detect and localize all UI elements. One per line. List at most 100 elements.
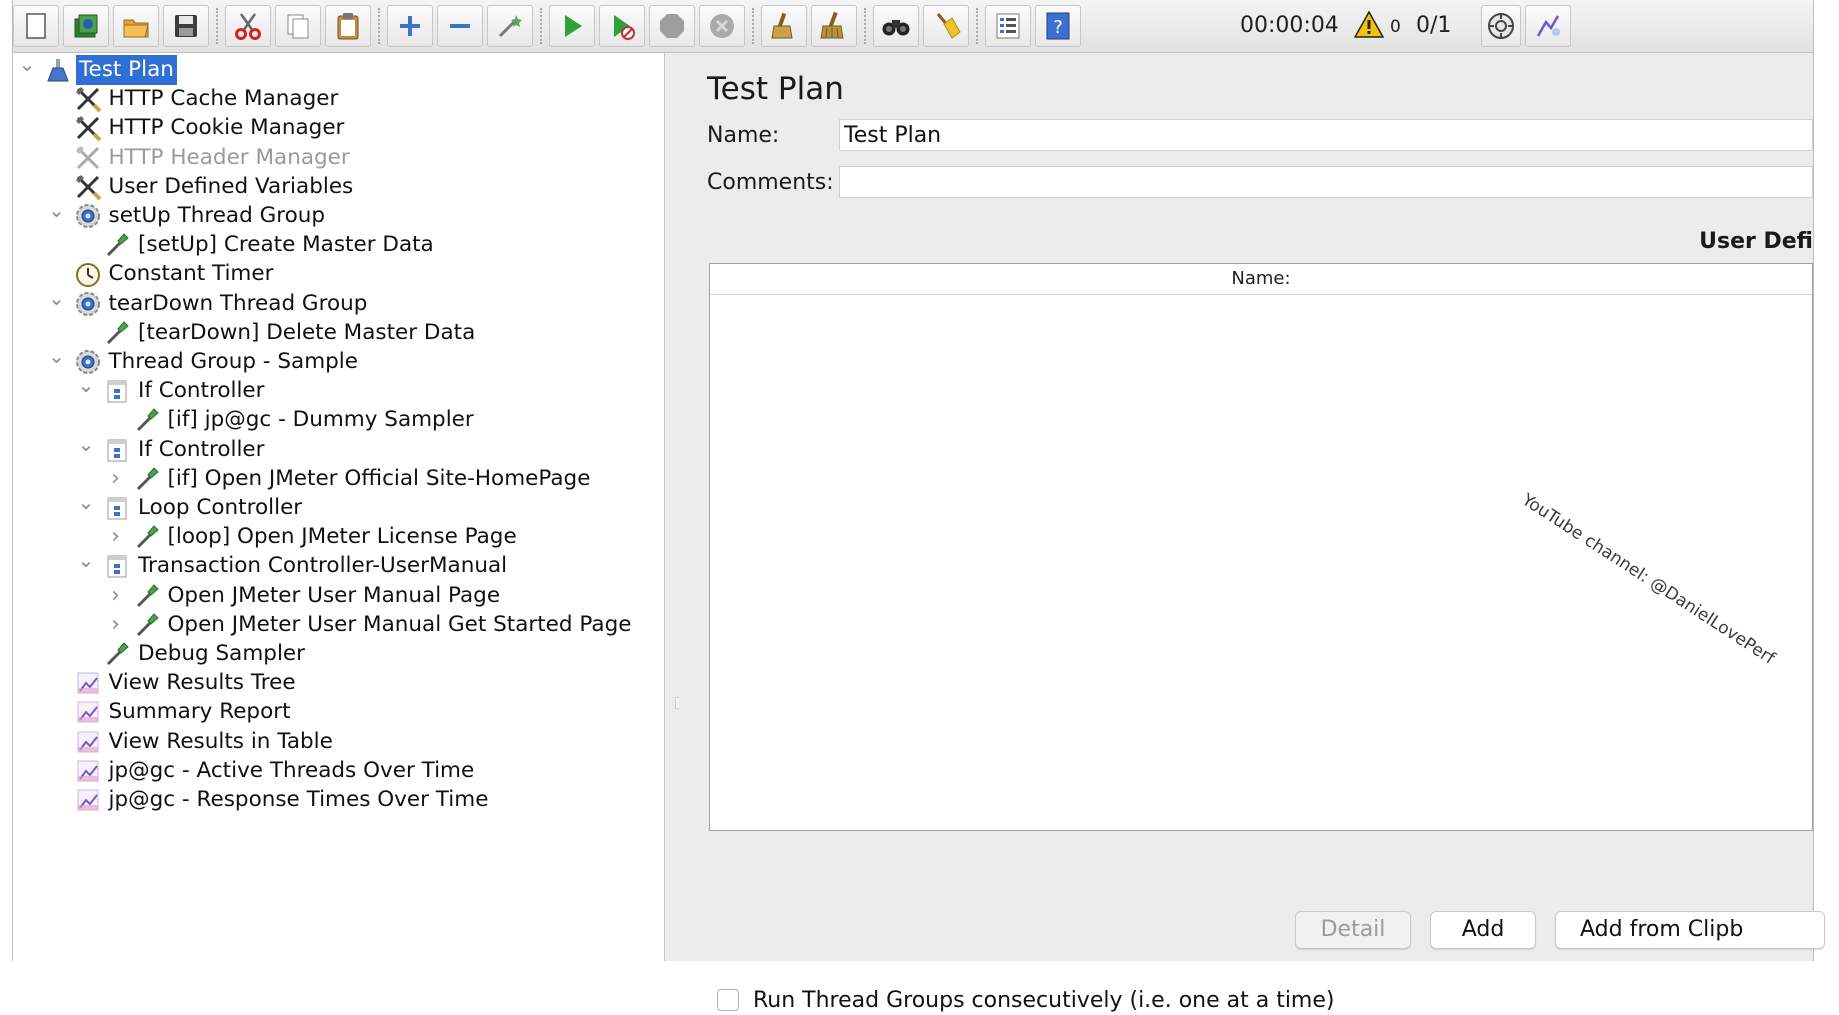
- tree-item-label: HTTP Cookie Manager: [108, 115, 345, 141]
- name-label: Name:: [707, 123, 780, 148]
- clear-button[interactable]: [761, 5, 807, 47]
- toggle-wand-icon: [498, 15, 522, 38]
- toolbar-separator: [976, 8, 978, 44]
- sampler-icon: [102, 319, 132, 347]
- remote-status-button[interactable]: [1481, 5, 1521, 47]
- add-from-clipboard-button[interactable]: Add from Clipb: [1555, 911, 1825, 949]
- run-consecutively-checkbox[interactable]: [717, 989, 739, 1011]
- page-title: Test Plan: [707, 71, 844, 107]
- warning-count: 0: [1390, 17, 1401, 37]
- collapse-all-button[interactable]: [437, 5, 483, 47]
- clear-all-button[interactable]: [811, 5, 857, 47]
- chevron-down-icon[interactable]: ⌄: [76, 368, 96, 402]
- new-button[interactable]: [13, 5, 59, 47]
- remote-globe-icon: [1488, 13, 1514, 39]
- cut-button[interactable]: [225, 5, 271, 47]
- copy-icon: [287, 14, 309, 39]
- test-plan-editor: Test Plan Name: Comments: User Defi Name…: [679, 53, 1825, 1013]
- help-button[interactable]: ?: [1035, 5, 1081, 47]
- copy-button[interactable]: [275, 5, 321, 47]
- start-button[interactable]: [549, 5, 595, 47]
- stop-button[interactable]: [649, 5, 695, 47]
- tree-item-label: Debug Sampler: [138, 641, 305, 666]
- test-plan-icon: [43, 56, 73, 84]
- tree-item-label: User Defined Variables: [108, 173, 354, 199]
- table-header-name[interactable]: Name:: [710, 264, 1812, 295]
- templates-button[interactable]: [63, 5, 109, 47]
- tree-item-label: jp@gc - Active Threads Over Time: [108, 757, 475, 783]
- warning-icon[interactable]: [1353, 9, 1385, 41]
- toolbar-separator: [540, 8, 542, 44]
- sampler-icon: [102, 231, 132, 259]
- listener-icon: [73, 786, 103, 814]
- config-element-icon: [73, 144, 103, 172]
- name-field[interactable]: [839, 119, 1813, 151]
- chevron-down-icon[interactable]: ⌄: [47, 281, 67, 315]
- chevron-down-icon[interactable]: ⌄: [76, 427, 96, 461]
- svg-text:?: ?: [1053, 17, 1063, 38]
- controller-icon: [102, 436, 132, 464]
- tree-item-label: Summary Report: [108, 699, 291, 725]
- shutdown-button[interactable]: [699, 5, 745, 47]
- help-icon: ?: [1046, 12, 1070, 40]
- log-viewer-button[interactable]: [1525, 5, 1571, 47]
- sampler-icon: [132, 465, 162, 493]
- list-icon: [996, 13, 1020, 39]
- split-pane-divider[interactable]: [665, 53, 679, 961]
- start-no-pauses-button[interactable]: [599, 5, 645, 47]
- tree-item-label: If Controller: [138, 378, 265, 404]
- tree-item-label: tearDown Thread Group: [108, 290, 368, 316]
- chevron-down-icon[interactable]: ⌄: [47, 193, 67, 227]
- templates-icon: [74, 14, 98, 38]
- tree-item-label: [tearDown] Delete Master Data: [138, 319, 476, 345]
- test-plan-tree[interactable]: ⌄ Test Plan HTTP Cache Manager HTTP Cookie …: [13, 52, 665, 961]
- add-button[interactable]: Add: [1430, 911, 1536, 949]
- elapsed-time: 00:00:04: [1240, 13, 1339, 38]
- toggle-button[interactable]: [487, 5, 533, 47]
- toolbar: ? 00:00:04 0 0/1: [13, 0, 1813, 53]
- comments-field[interactable]: [839, 166, 1813, 198]
- sampler-icon: [132, 582, 162, 610]
- detail-button[interactable]: Detail: [1295, 911, 1411, 949]
- tree-item-label: View Results Tree: [108, 670, 296, 696]
- save-button[interactable]: [163, 5, 209, 47]
- listener-icon: [73, 698, 103, 726]
- thread-count: 0/1: [1416, 13, 1452, 38]
- user-defined-variables-table[interactable]: Name:: [709, 263, 1813, 831]
- open-button[interactable]: [113, 5, 159, 47]
- controller-icon: [102, 494, 132, 522]
- clear-icon: [771, 12, 793, 39]
- expand-all-button[interactable]: [387, 5, 433, 47]
- tree-item-label: HTTP Cache Manager: [108, 86, 339, 112]
- search-button[interactable]: [873, 5, 919, 47]
- run-consecutively-option[interactable]: Run Thread Groups consecutively (i.e. on…: [717, 985, 1335, 1015]
- binoculars-icon: [882, 20, 910, 36]
- tree-item[interactable]: jp@gc - Response Times Over Time: [13, 783, 653, 817]
- tree-item-label: Transaction Controller-UserManual: [138, 553, 508, 579]
- minus-icon: [450, 24, 470, 28]
- controller-icon: [102, 552, 132, 580]
- listener-icon: [73, 669, 103, 697]
- run-consecutively-label: Run Thread Groups consecutively (i.e. on…: [753, 987, 1335, 1013]
- clipboard-icon: [337, 13, 359, 40]
- paste-button[interactable]: [325, 5, 371, 47]
- broom-icon: [936, 13, 961, 39]
- new-file-icon: [26, 13, 46, 39]
- sampler-icon: [132, 523, 162, 551]
- tree-item-label: [loop] Open JMeter License Page: [167, 524, 517, 550]
- chevron-down-icon[interactable]: ⌄: [76, 543, 96, 577]
- tree-item-label: [setUp] Create Master Data: [138, 232, 434, 258]
- reset-search-button[interactable]: [923, 5, 969, 47]
- save-icon: [175, 15, 197, 37]
- chevron-down-icon[interactable]: ⌄: [47, 339, 67, 373]
- tree-item-label: [if] jp@gc - Dummy Sampler: [167, 407, 474, 433]
- tree-item-label: Test Plan: [76, 55, 177, 85]
- jmeter-window: ? 00:00:04 0 0/1 ⌄ Test Plan HTTP Cache Ma…: [12, 0, 1825, 1013]
- chevron-down-icon[interactable]: ⌄: [17, 47, 37, 81]
- config-element-icon: [73, 114, 103, 142]
- tree-item-label: View Results in Table: [108, 728, 333, 754]
- function-helper-button[interactable]: [985, 5, 1031, 47]
- clear-all-icon: [820, 11, 844, 39]
- thread-group-icon: [73, 290, 103, 318]
- chevron-down-icon[interactable]: ⌄: [76, 485, 96, 519]
